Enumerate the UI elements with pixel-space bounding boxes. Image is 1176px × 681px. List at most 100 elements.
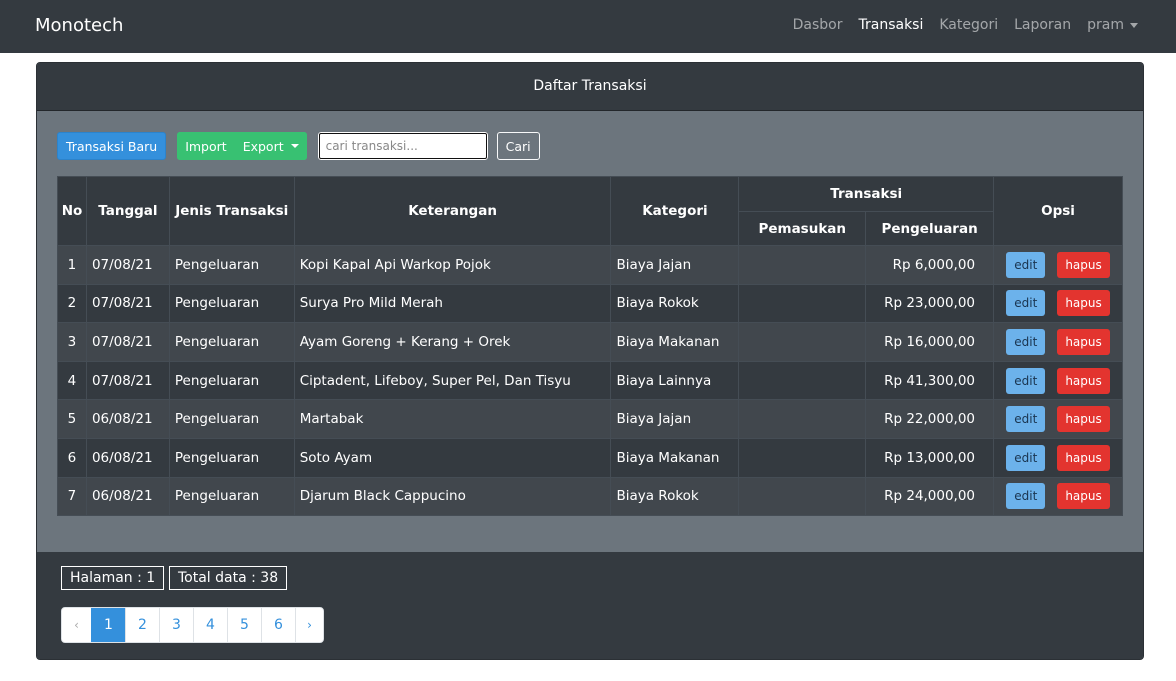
pagination-page-4[interactable]: 4: [193, 608, 227, 642]
import-button[interactable]: Import: [177, 132, 235, 160]
pagination: ‹ 1 2 3 4 5 6 ›: [61, 607, 324, 643]
nav-link-laporan[interactable]: Laporan: [1014, 17, 1071, 33]
header-transaction: Transaksi: [738, 176, 995, 212]
cell-income: [738, 283, 867, 324]
cell-options: edit hapus: [993, 322, 1123, 362]
header-expense: Pengeluaran: [865, 211, 995, 246]
cell-no: 7: [57, 476, 87, 517]
cell-expense: Rp 24,000,00: [865, 476, 995, 517]
cell-date: 06/08/21: [85, 399, 170, 439]
brand-logo[interactable]: Monotech: [35, 15, 123, 36]
pagination-page-6[interactable]: 6: [261, 608, 295, 642]
table-body: 1 07/08/21 Pengeluaran Kopi Kapal Api Warko…: [57, 245, 1123, 517]
total-info: Total data : 38: [169, 566, 288, 590]
cell-options: edit hapus: [993, 245, 1123, 285]
cell-no: 2: [57, 283, 87, 324]
cell-description: Surya Pro Mild Merah: [293, 283, 612, 324]
edit-button[interactable]: edit: [1006, 406, 1046, 433]
delete-button[interactable]: hapus: [1057, 328, 1110, 355]
cell-type: Pengeluaran: [168, 476, 295, 517]
cell-type: Pengeluaran: [168, 360, 295, 401]
pagination-page-3[interactable]: 3: [159, 608, 193, 642]
header-description: Keterangan: [293, 176, 612, 246]
cell-income: [738, 476, 867, 517]
search-button[interactable]: Cari: [496, 132, 540, 160]
delete-button[interactable]: hapus: [1057, 290, 1110, 317]
user-menu[interactable]: pram: [1087, 17, 1138, 33]
table-row: 7 06/08/21 Pengeluaran Djarum Black Cappuci…: [57, 476, 1123, 517]
cell-income: [738, 245, 867, 285]
cell-description: Ayam Goreng + Kerang + Orek: [293, 322, 612, 362]
cell-expense: Rp 23,000,00: [865, 283, 995, 324]
nav-link-kategori[interactable]: Kategori: [939, 17, 998, 33]
table-row: 3 07/08/21 Pengeluaran Ayam Goreng + Kerang…: [57, 322, 1123, 362]
header-date: Tanggal: [85, 176, 170, 246]
chevron-down-icon: [290, 144, 299, 148]
edit-button[interactable]: edit: [1006, 251, 1046, 278]
card-footer: Halaman : 1 Total data : 38 ‹ 1 2 3 4 5 …: [37, 552, 1143, 659]
cell-description: Martabak: [293, 399, 612, 439]
cell-income: [738, 399, 867, 439]
cell-income: [738, 322, 867, 362]
nav-link-transaksi[interactable]: Transaksi: [859, 17, 924, 33]
cell-income: [738, 437, 867, 478]
pagination-page-5[interactable]: 5: [227, 608, 261, 642]
cell-date: 07/08/21: [85, 283, 170, 324]
export-dropdown[interactable]: Export: [234, 132, 307, 160]
delete-button[interactable]: hapus: [1057, 367, 1110, 394]
cell-options: edit hapus: [993, 476, 1123, 517]
pagination-page-1[interactable]: 1: [91, 608, 125, 642]
cell-category: Biaya Lainnya: [610, 360, 740, 401]
cell-date: 06/08/21: [85, 476, 170, 517]
cell-date: 07/08/21: [85, 360, 170, 401]
delete-button[interactable]: hapus: [1057, 406, 1110, 433]
navbar: Monotech Dasbor Transaksi Kategori Lapor…: [0, 0, 1176, 53]
table-row: 4 07/08/21 Pengeluaran Ciptadent, Lifeboy, …: [57, 360, 1123, 401]
page-info: Halaman : 1: [61, 566, 165, 590]
pagination-page-2[interactable]: 2: [125, 608, 159, 642]
cell-date: 07/08/21: [85, 322, 170, 362]
edit-button[interactable]: edit: [1006, 483, 1046, 510]
cell-expense: Rp 22,000,00: [865, 399, 995, 439]
pagination-next[interactable]: ›: [295, 608, 323, 642]
table-row: 1 07/08/21 Pengeluaran Kopi Kapal Api Warko…: [57, 245, 1123, 285]
import-export-group: Import Export: [177, 132, 307, 160]
delete-button[interactable]: hapus: [1057, 444, 1110, 471]
header-type: Jenis Transaksi: [168, 176, 295, 246]
new-transaction-button[interactable]: Transaksi Baru: [57, 132, 167, 160]
cell-date: 07/08/21: [85, 245, 170, 285]
cell-no: 3: [57, 322, 87, 362]
table-row: 6 06/08/21 Pengeluaran Soto Ayam Biaya Makan…: [57, 437, 1123, 478]
delete-button[interactable]: hapus: [1057, 251, 1110, 278]
header-no: No: [57, 176, 87, 246]
toolbar: Transaksi Baru Import Export Cari: [57, 132, 540, 160]
card-title: Daftar Transaksi: [37, 63, 1143, 111]
cell-no: 4: [57, 360, 87, 401]
cell-options: edit hapus: [993, 360, 1123, 401]
cell-description: Kopi Kapal Api Warkop Pojok: [293, 245, 612, 285]
search-input[interactable]: [317, 132, 488, 160]
cell-options: edit hapus: [993, 437, 1123, 478]
cell-type: Pengeluaran: [168, 437, 295, 478]
table-row: 2 07/08/21 Pengeluaran Surya Pro Mild Merah…: [57, 283, 1123, 324]
cell-type: Pengeluaran: [168, 283, 295, 324]
cell-description: Ciptadent, Lifeboy, Super Pel, Dan Tisyu: [293, 360, 612, 401]
edit-button[interactable]: edit: [1006, 367, 1046, 394]
cell-category: Biaya Makanan: [610, 322, 740, 362]
cell-description: Djarum Black Cappucino: [293, 476, 612, 517]
edit-button[interactable]: edit: [1006, 444, 1046, 471]
cell-category: Biaya Makanan: [610, 437, 740, 478]
header-category: Kategori: [610, 176, 740, 246]
cell-no: 1: [57, 245, 87, 285]
cell-type: Pengeluaran: [168, 399, 295, 439]
cell-category: Biaya Rokok: [610, 283, 740, 324]
pagination-prev[interactable]: ‹: [62, 608, 91, 642]
cell-type: Pengeluaran: [168, 322, 295, 362]
delete-button[interactable]: hapus: [1057, 483, 1110, 510]
header-income: Pemasukan: [738, 211, 867, 246]
cell-category: Biaya Rokok: [610, 476, 740, 517]
nav-link-dasbor[interactable]: Dasbor: [793, 17, 843, 33]
edit-button[interactable]: edit: [1006, 290, 1046, 317]
edit-button[interactable]: edit: [1006, 328, 1046, 355]
export-label: Export: [242, 138, 284, 154]
